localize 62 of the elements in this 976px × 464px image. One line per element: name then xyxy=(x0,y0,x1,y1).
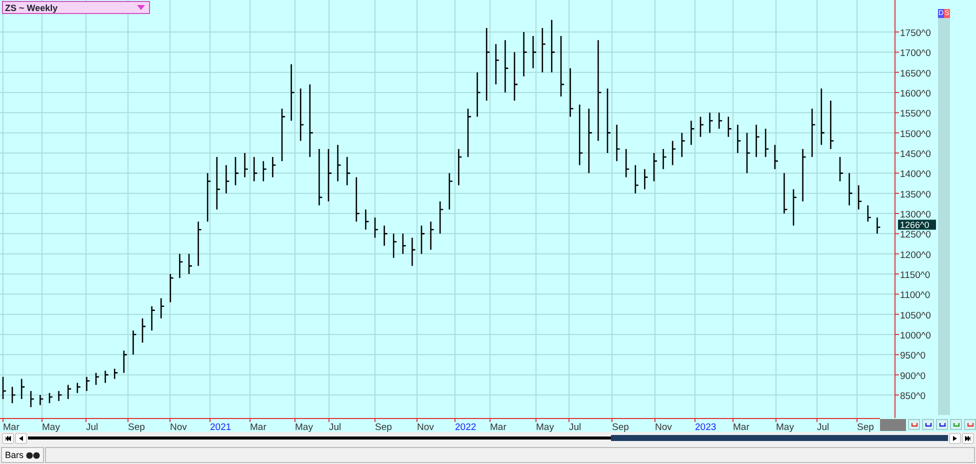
date-label: Nov xyxy=(170,422,187,432)
price-label: 1350^0 xyxy=(900,189,931,200)
price-label: 1600^0 xyxy=(900,88,931,100)
price-label: 1750^0 xyxy=(900,28,931,39)
date-label: 2021 xyxy=(210,422,232,432)
price-label: 1650^0 xyxy=(900,68,931,80)
toolbar-button[interactable] xyxy=(936,419,948,430)
caret-icon xyxy=(137,5,145,10)
scroll-block xyxy=(880,419,906,431)
date-label: Sep xyxy=(857,422,874,432)
date-label: 2022 xyxy=(455,422,476,432)
date-label: Sep xyxy=(375,422,392,432)
price-label: 850^0 xyxy=(900,391,926,402)
toolbar-button[interactable] xyxy=(922,419,934,430)
price-label: 1050^0 xyxy=(900,310,931,322)
date-label: May xyxy=(536,422,554,432)
price-label: 1400^0 xyxy=(900,169,931,180)
price-label: 1250^0 xyxy=(900,230,931,241)
date-label: Jul xyxy=(86,422,98,432)
price-label: 1450^0 xyxy=(900,149,931,160)
scroll-left-button[interactable] xyxy=(15,432,27,444)
price-label: 1000^0 xyxy=(900,330,931,342)
date-label: May xyxy=(295,422,313,432)
date-label: Jul xyxy=(569,422,582,432)
date-label: Jul xyxy=(817,422,830,432)
scroll-thumb[interactable] xyxy=(611,435,948,441)
price-label: 900^0 xyxy=(900,370,926,382)
last-price-tag: 1266^0 xyxy=(898,220,936,230)
side-scrollbar[interactable] xyxy=(938,18,950,415)
toolbar-button[interactable] xyxy=(908,419,920,430)
skip-forward-icon xyxy=(965,436,971,440)
scroll-end-button[interactable] xyxy=(962,432,974,444)
date-label: Sep xyxy=(128,422,145,432)
toolbar-button[interactable] xyxy=(964,419,976,430)
skip-back-icon xyxy=(5,436,11,440)
scroll-track[interactable] xyxy=(28,435,948,441)
date-label: Jul xyxy=(329,422,342,432)
price-label: 1700^0 xyxy=(900,48,931,60)
date-label: Nov xyxy=(655,422,672,432)
date-label: Sep xyxy=(612,422,629,432)
price-label: 1300^0 xyxy=(900,210,931,220)
date-label: Mar xyxy=(733,422,750,432)
date-label: 2023 xyxy=(695,422,716,432)
left-triangle-icon xyxy=(19,436,23,440)
date-label: May xyxy=(776,422,794,432)
price-label: 1550^0 xyxy=(900,108,931,120)
dots-icon xyxy=(26,452,40,458)
symbol-dropdown[interactable]: ZS ~ Weekly xyxy=(2,1,150,14)
chart-type-tab[interactable]: Bars xyxy=(1,447,44,463)
scroll-right-button[interactable] xyxy=(949,432,961,444)
date-label: Mar xyxy=(3,422,20,432)
scroll-start-button[interactable] xyxy=(2,432,14,444)
date-label: Nov xyxy=(417,422,434,432)
right-triangle-icon xyxy=(953,436,957,440)
date-label: Mar xyxy=(250,422,266,432)
price-label: 1200^0 xyxy=(900,250,931,261)
date-label: May xyxy=(42,422,60,432)
price-label: 950^0 xyxy=(900,350,926,362)
price-label: 1100^0 xyxy=(900,290,930,302)
price-label: 1500^0 xyxy=(900,128,931,140)
price-label: 1150^0 xyxy=(900,270,930,281)
date-label: Mar xyxy=(490,422,506,432)
